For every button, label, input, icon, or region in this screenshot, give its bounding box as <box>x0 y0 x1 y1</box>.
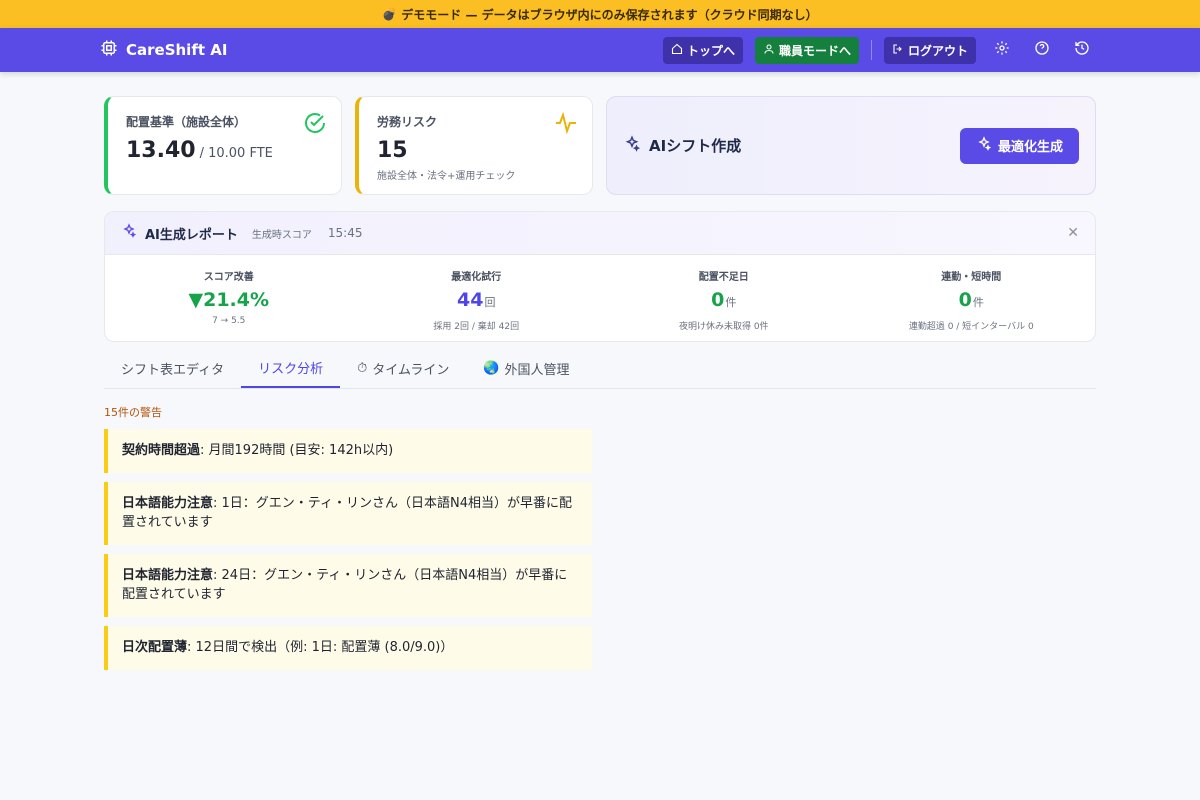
demo-banner-text: デモモード — データはブラウザ内にのみ保存されます（クラウド同期なし） <box>401 7 818 22</box>
stat-value: 15 <box>377 138 408 163</box>
tab-foreign-staff[interactable]: 🌏 外国人管理 <box>466 348 586 388</box>
help-button[interactable] <box>1028 36 1056 64</box>
demo-banner: 💣 デモモード — データはブラウザ内にのみ保存されます（クラウド同期なし） <box>0 0 1200 28</box>
user-icon <box>763 43 775 58</box>
view-tabs: シフト表エディタ リスク分析 ⏱ タイムライン 🌏 外国人管理 <box>104 348 1096 389</box>
history-button[interactable] <box>1068 36 1096 64</box>
staff-mode-button[interactable]: 職員モードへ <box>754 36 859 64</box>
metric-value: ▼21.4% <box>188 289 270 311</box>
metric-value: 44回 <box>457 289 496 311</box>
stat-sub: 施設全体・法令+運用チェック <box>377 171 516 182</box>
optimize-generate-button[interactable]: 最適化生成 <box>959 127 1079 164</box>
sparkles-icon <box>976 135 992 156</box>
close-icon[interactable]: ✕ <box>1067 225 1079 241</box>
report-meta: 生成時スコア <box>251 229 312 241</box>
stat-value: 13.40/ 10.00 FTE <box>126 138 273 163</box>
metric-understaffed-days: 配置不足日 0件 夜明け休み未取得 0件 <box>600 255 848 341</box>
report-time: 15:45 <box>327 226 363 240</box>
metric-optimization-trials: 最適化試行 44回 採用 2回 / 棄却 42回 <box>353 255 601 341</box>
warning-item: 日本語能力注意: 1日：グエン・ティ・リンさん（日本語N4相当）が早番に配置され… <box>104 482 592 545</box>
globe-icon: 🌏 <box>483 360 500 376</box>
ai-card-title: AIシフト作成 <box>649 137 742 155</box>
stopwatch-icon: ⏱ <box>357 360 368 376</box>
stat-label: 配置基準（施設全体） <box>126 115 247 129</box>
metric-consecutive-shifts: 連勤・短時間 0件 連勤超過 0 / 短インターバル 0 <box>848 255 1096 341</box>
warning-list: 契約時間超過: 月間192時間 (目安: 142h以内) 日本語能力注意: 1日… <box>104 429 592 679</box>
report-header: AI生成レポート 生成時スコア 15:45 ✕ <box>105 212 1095 255</box>
logout-icon <box>892 43 904 58</box>
home-icon <box>671 43 683 58</box>
ai-shift-card: AIシフト作成 最適化生成 <box>606 96 1096 195</box>
report-title: AI生成レポート <box>145 227 238 243</box>
ai-report-panel: AI生成レポート 生成時スコア 15:45 ✕ スコア改善 ▼21.4% 7 →… <box>104 211 1096 342</box>
top-navbar: CareShift AI トップへ 職員モードへ ログアウト <box>0 28 1200 72</box>
top-button[interactable]: トップへ <box>662 36 743 64</box>
warning-item: 契約時間超過: 月間192時間 (目安: 142h以内) <box>104 429 592 473</box>
help-circle-icon <box>1034 40 1050 60</box>
nav-divider <box>870 40 872 60</box>
bomb-icon: 💣 <box>382 7 398 21</box>
metric-value: 0件 <box>958 289 984 311</box>
metric-value: 0件 <box>711 289 737 311</box>
labor-risk-card: 労務リスク 15 施設全体・法令+運用チェック <box>355 96 593 195</box>
brand-name: CareShift AI <box>126 41 228 59</box>
tab-timeline[interactable]: ⏱ タイムライン <box>340 348 466 388</box>
warning-item: 日本語能力注意: 24日：グエン・ティ・リンさん（日本語N4相当）が早番に配置さ… <box>104 554 592 617</box>
brand[interactable]: CareShift AI <box>100 39 227 61</box>
stat-label: 労務リスク <box>377 115 438 129</box>
activity-icon <box>554 111 578 139</box>
tab-shift-editor[interactable]: シフト表エディタ <box>104 348 241 388</box>
warning-item: 日次配置薄: 12日間で検出（例: 1日: 配置薄 (8.0/9.0)） <box>104 626 592 670</box>
history-icon <box>1074 40 1090 60</box>
metric-score-improvement: スコア改善 ▼21.4% 7 → 5.5 <box>105 255 353 341</box>
check-circle-icon <box>303 111 327 139</box>
report-metrics: スコア改善 ▼21.4% 7 → 5.5 最適化試行 44回 採用 2回 / 棄… <box>105 255 1096 341</box>
chip-icon <box>100 39 118 61</box>
logout-button[interactable]: ログアウト <box>883 36 976 64</box>
tab-risk-analysis[interactable]: リスク分析 <box>241 348 341 388</box>
warning-count: 15件の警告 <box>104 406 162 419</box>
sparkles-icon <box>623 134 641 157</box>
settings-button[interactable] <box>988 36 1016 64</box>
sparkles-icon <box>121 223 137 243</box>
gear-icon <box>994 40 1010 60</box>
staffing-standard-card: 配置基準（施設全体） 13.40/ 10.00 FTE <box>104 96 342 195</box>
